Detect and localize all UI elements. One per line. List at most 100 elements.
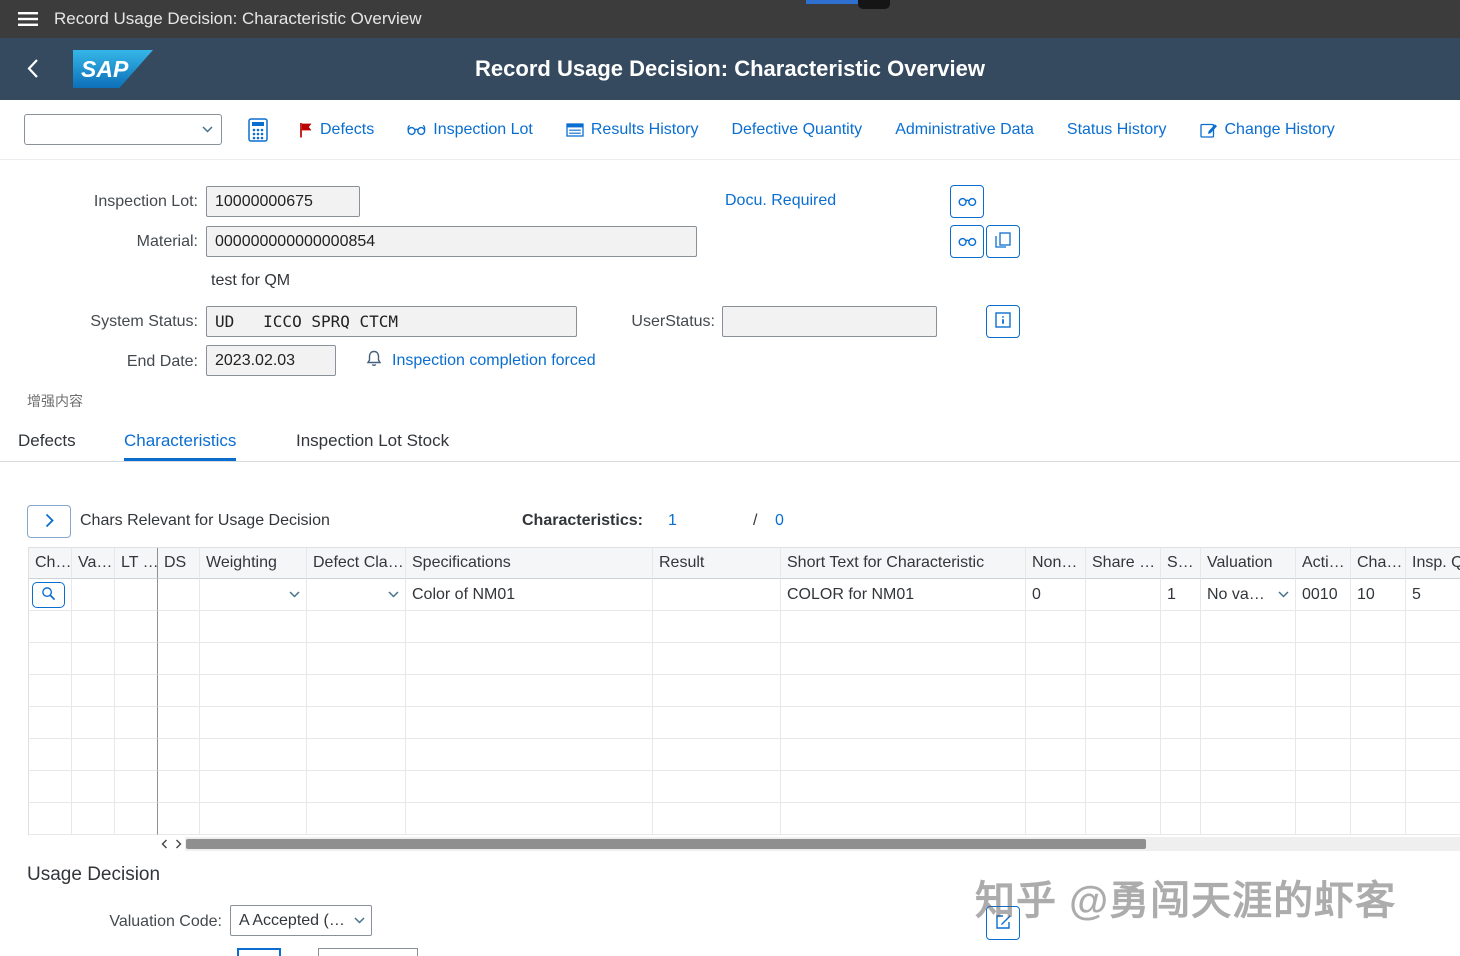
characteristics-total-value[interactable]: 0 <box>775 512 784 530</box>
column-header-cha[interactable]: Cha… <box>1351 548 1406 579</box>
table-row[interactable]: Color of NM01 COLOR for NM01 0 1 No va… … <box>29 579 1460 611</box>
chevron-down-icon[interactable] <box>1278 591 1289 598</box>
cell-result[interactable] <box>653 579 781 611</box>
copy-icon <box>995 232 1011 251</box>
user-status-field[interactable] <box>722 306 937 337</box>
column-header-non[interactable]: Non… <box>1026 548 1086 579</box>
scrollbar-track[interactable] <box>185 837 1460 851</box>
cell-ch <box>29 579 72 611</box>
table-empty-row <box>29 803 1460 835</box>
cell-cha[interactable]: 10 <box>1351 579 1406 611</box>
tab-defects[interactable]: Defects <box>18 431 76 461</box>
characteristics-count-value[interactable]: 1 <box>668 512 677 530</box>
defects-link[interactable]: Defects <box>299 121 374 139</box>
usage-decision-title: Usage Decision <box>27 864 161 885</box>
status-info-button[interactable] <box>986 305 1020 338</box>
column-header-share[interactable]: Share … <box>1086 548 1161 579</box>
back-button[interactable] <box>26 58 39 79</box>
tab-inspection-lot-stock[interactable]: Inspection Lot Stock <box>296 431 449 461</box>
scroll-right-icon[interactable] <box>171 839 185 849</box>
cell-non-conf[interactable]: 0 <box>1026 579 1086 611</box>
action-toolbar: Defects Inspection Lot Results History D… <box>0 100 1460 160</box>
chevron-down-icon[interactable] <box>193 126 221 133</box>
layout-combobox-input[interactable] <box>25 115 193 144</box>
info-icon <box>995 312 1011 331</box>
column-header-ch[interactable]: Ch… <box>29 548 72 579</box>
layout-combobox[interactable] <box>24 114 222 145</box>
window-titlebar: Record Usage Decision: Characteristic Ov… <box>0 0 1460 38</box>
tab-strip: Defects Characteristics Inspection Lot S… <box>0 424 1460 462</box>
display-material-button[interactable] <box>950 225 984 258</box>
ud-code-field-partial[interactable] <box>237 948 281 956</box>
status-history-link[interactable]: Status History <box>1067 121 1167 139</box>
scroll-left-icon[interactable] <box>157 839 171 849</box>
column-header-short-text[interactable]: Short Text for Characteristic <box>781 548 1026 579</box>
column-header-s[interactable]: S… <box>1161 548 1201 579</box>
inspection-lot-field[interactable]: 10000000675 <box>206 186 360 217</box>
table-empty-row <box>29 707 1460 739</box>
chevron-down-icon[interactable] <box>354 917 365 924</box>
display-inspection-lot-button[interactable] <box>950 185 984 218</box>
column-header-lt[interactable]: LT … <box>115 548 158 579</box>
ud-code-text-field-partial[interactable] <box>318 948 418 956</box>
column-header-valuation[interactable]: Valuation <box>1201 548 1296 579</box>
cell-short-text[interactable]: COLOR for NM01 <box>781 579 1026 611</box>
cell-s[interactable]: 1 <box>1161 579 1201 611</box>
horizontal-scrollbar[interactable] <box>157 837 1460 851</box>
tab-characteristics[interactable]: Characteristics <box>124 431 237 461</box>
docu-required-link[interactable]: Docu. Required <box>725 192 836 210</box>
window-title: Record Usage Decision: Characteristic Ov… <box>54 9 422 28</box>
edit-icon <box>995 913 1012 933</box>
material-field[interactable]: 000000000000000854 <box>206 226 697 257</box>
cell-lt[interactable] <box>115 579 158 611</box>
column-header-result[interactable]: Result <box>653 548 781 579</box>
bell-icon <box>366 350 382 367</box>
column-header-defect-class[interactable]: Defect Cla… <box>307 548 406 579</box>
inspection-completion-link[interactable]: Inspection completion forced <box>392 352 596 370</box>
cell-ds[interactable] <box>158 579 200 611</box>
user-status-label: UserStatus: <box>631 313 715 330</box>
calculator-button[interactable] <box>248 117 268 142</box>
glasses-icon <box>957 194 977 210</box>
defective-quantity-link[interactable]: Defective Quantity <box>731 121 862 139</box>
column-header-specifications[interactable]: Specifications <box>406 548 653 579</box>
column-header-action[interactable]: Acti… <box>1296 548 1351 579</box>
system-status-label: System Status: <box>90 313 198 330</box>
inspection-lot-link[interactable]: Inspection Lot <box>407 121 533 139</box>
chevron-down-icon[interactable] <box>289 591 300 598</box>
column-header-weighting[interactable]: Weighting <box>200 548 307 579</box>
chars-relevant-label: Chars Relevant for Usage Decision <box>80 512 330 529</box>
valuation-code-select[interactable]: A Accepted (… <box>230 905 372 936</box>
table-empty-row <box>29 739 1460 771</box>
results-history-link[interactable]: Results History <box>566 121 698 139</box>
column-header-insp-q[interactable]: Insp. Q… <box>1406 548 1460 579</box>
cell-defect-class[interactable] <box>307 579 406 611</box>
change-history-link[interactable]: Change History <box>1199 121 1335 139</box>
column-header-ds[interactable]: DS <box>158 548 200 579</box>
cell-share[interactable] <box>1086 579 1161 611</box>
cell-valuation[interactable]: No va… <box>1201 579 1296 611</box>
edit-usage-decision-button[interactable] <box>986 906 1020 940</box>
chevron-right-icon <box>45 513 54 531</box>
cell-weighting[interactable] <box>200 579 307 611</box>
scrollbar-thumb[interactable] <box>186 839 1146 849</box>
browser-tab-fragment <box>806 0 858 4</box>
history-list-icon <box>566 122 584 137</box>
expand-chars-button[interactable] <box>27 505 71 538</box>
administrative-data-link[interactable]: Administrative Data <box>895 121 1034 139</box>
chevron-down-icon[interactable] <box>388 591 399 598</box>
inspection-lot-label: Inspection Lot: <box>93 193 198 210</box>
column-header-va[interactable]: Va… <box>72 548 115 579</box>
cell-specifications[interactable]: Color of NM01 <box>406 579 653 611</box>
cell-action[interactable]: 0010 <box>1296 579 1351 611</box>
sap-logo-text: SAP <box>81 55 129 82</box>
browser-tab-fragment-dark <box>858 0 890 9</box>
copy-material-button[interactable] <box>986 225 1020 258</box>
system-status-field[interactable]: UD ICCO SPRQ CTCM <box>206 306 577 337</box>
cell-insp-q[interactable]: 5 <box>1406 579 1460 611</box>
cell-va[interactable] <box>72 579 115 611</box>
inspect-characteristic-button[interactable] <box>32 581 65 608</box>
menu-icon[interactable] <box>18 12 38 26</box>
end-date-field[interactable]: 2023.02.03 <box>206 345 336 376</box>
application-window: Record Usage Decision: Characteristic Ov… <box>0 0 1460 956</box>
